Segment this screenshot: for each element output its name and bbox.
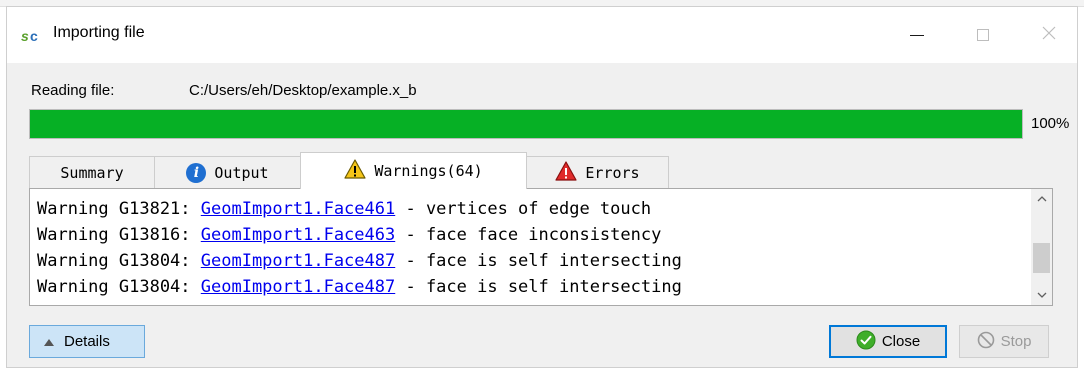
warning-line: Warning G13804: GeomImport1.Face487 - fa…: [37, 248, 682, 274]
error-icon: [555, 160, 578, 185]
info-icon: i: [186, 162, 207, 183]
warning-line: Warning G13821: GeomImport1.Face461 - ve…: [37, 196, 682, 222]
warning-prefix: Warning G13804:: [37, 277, 201, 297]
warning-message: - vertices of edge touch: [395, 199, 652, 219]
tab-summary[interactable]: Summary: [29, 156, 155, 188]
check-circle-icon: [856, 330, 876, 354]
svg-text:c: c: [30, 28, 38, 44]
maximize-icon: [977, 29, 989, 41]
warnings-list: Warning G13821: GeomImport1.Face461 - ve…: [37, 196, 682, 300]
progress-percent: 100%: [1031, 115, 1070, 132]
maximize-button[interactable]: [960, 7, 1006, 63]
progress-bar: [29, 109, 1023, 139]
triangle-up-icon: [44, 333, 54, 350]
progress-fill: [30, 110, 1022, 138]
face-link[interactable]: GeomImport1.Face487: [201, 251, 395, 271]
scroll-thumb[interactable]: [1033, 243, 1050, 273]
tab-output-label: Output: [214, 163, 269, 182]
minimize-button[interactable]: [894, 7, 940, 63]
face-link[interactable]: GeomImport1.Face463: [201, 225, 395, 245]
tab-output[interactable]: i Output: [154, 156, 301, 188]
scroll-up-arrow[interactable]: [1031, 189, 1052, 209]
tab-warnings[interactable]: Warnings(64): [300, 152, 527, 189]
details-button[interactable]: Details: [29, 325, 145, 358]
warning-prefix: Warning G13821:: [37, 199, 201, 219]
window-close-button[interactable]: [1026, 7, 1072, 63]
warning-message: - face is self intersecting: [395, 277, 682, 297]
reading-file-path: C:/Users/eh/Desktop/example.x_b: [189, 82, 417, 99]
title-bar: s c Importing file: [7, 7, 1077, 63]
vertical-scrollbar[interactable]: [1031, 189, 1052, 305]
stop-button: Stop: [959, 325, 1049, 358]
warning-line: Warning G13804: GeomImport1.Face487 - fa…: [37, 274, 682, 300]
warning-message: - face face inconsistency: [395, 225, 662, 245]
tab-errors-label: Errors: [585, 163, 640, 182]
warning-icon: [344, 159, 366, 183]
app-icon: s c: [21, 27, 43, 45]
tab-summary-label: Summary: [60, 163, 124, 182]
warnings-panel[interactable]: Warning G13821: GeomImport1.Face461 - ve…: [29, 188, 1053, 306]
stop-label: Stop: [1000, 333, 1032, 350]
import-dialog: s c Importing file Reading file: C:/User…: [6, 6, 1078, 368]
close-label: Close: [881, 333, 921, 350]
details-label: Details: [64, 333, 110, 350]
warning-prefix: Warning G13804:: [37, 251, 201, 271]
svg-text:s: s: [21, 28, 29, 44]
face-link[interactable]: GeomImport1.Face487: [201, 277, 395, 297]
scroll-down-arrow[interactable]: [1031, 285, 1052, 305]
warning-line: Warning G13816: GeomImport1.Face463 - fa…: [37, 222, 682, 248]
face-link[interactable]: GeomImport1.Face461: [201, 199, 395, 219]
warning-prefix: Warning G13816:: [37, 225, 201, 245]
reading-file-label: Reading file:: [31, 82, 115, 99]
tab-errors[interactable]: Errors: [526, 156, 669, 188]
stop-icon: [977, 331, 995, 353]
minimize-icon: [910, 34, 924, 36]
close-icon: [1042, 26, 1056, 44]
tab-warnings-label: Warnings(64): [374, 162, 483, 180]
window-title: Importing file: [53, 24, 145, 41]
warning-message: - face is self intersecting: [395, 251, 682, 271]
close-button[interactable]: Close: [829, 325, 947, 358]
